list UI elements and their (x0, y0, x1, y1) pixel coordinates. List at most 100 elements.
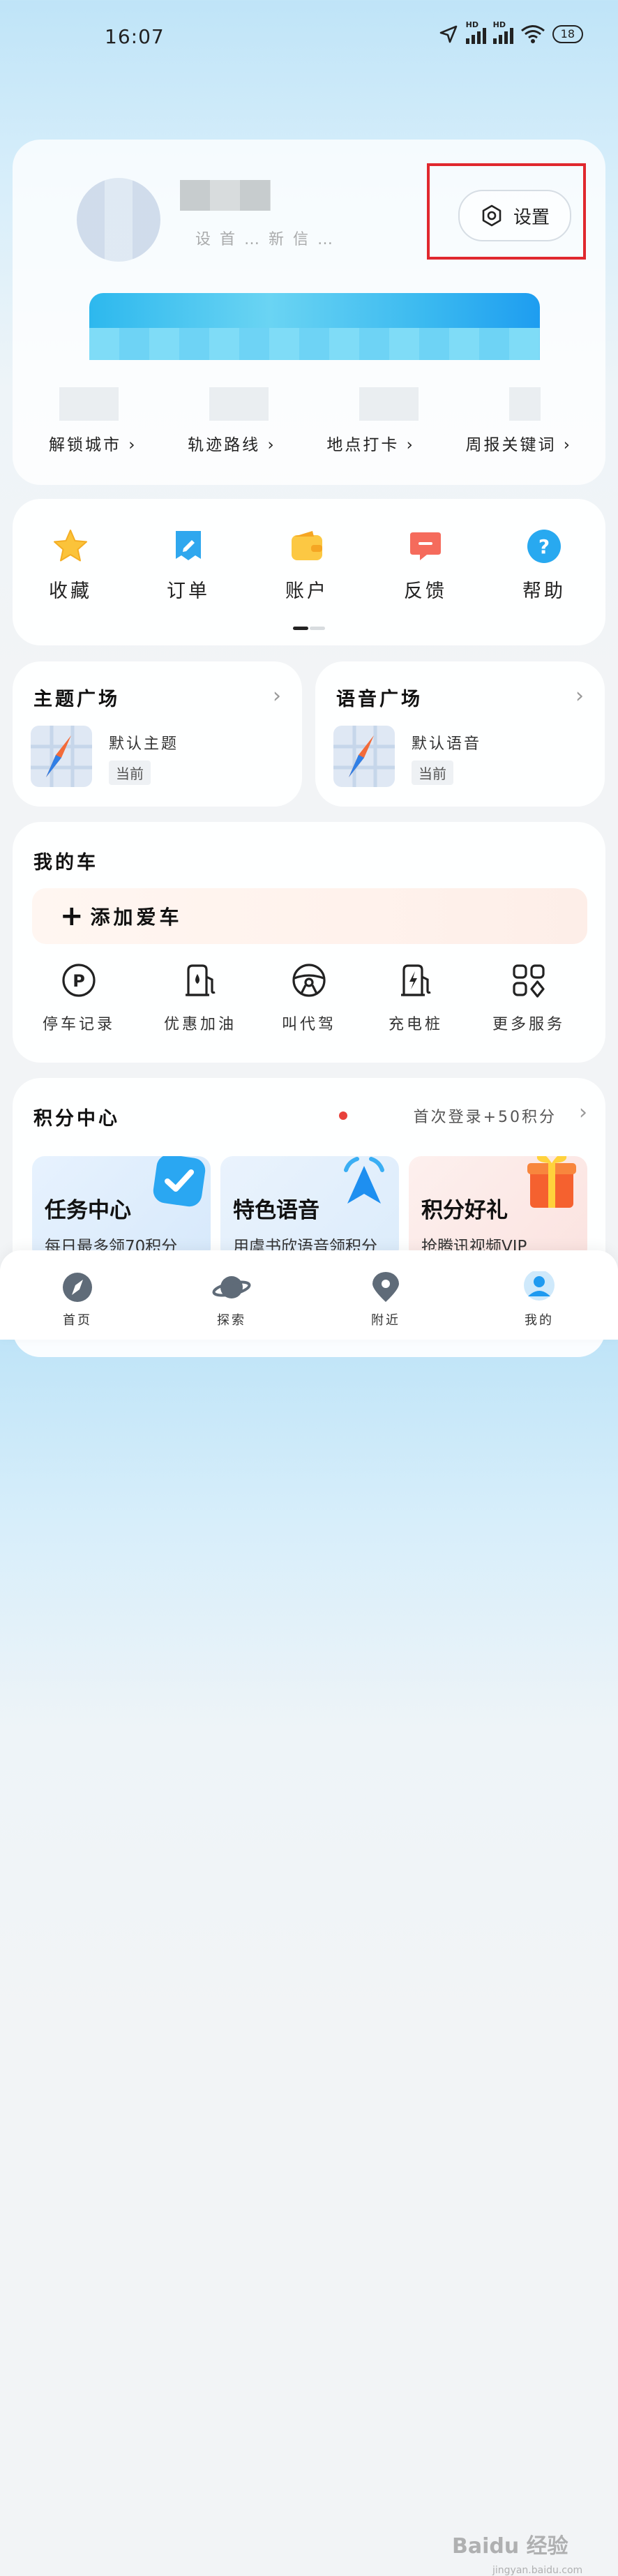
points-card-title: 特色语音 (233, 1198, 319, 1223)
chevron-right-icon[interactable]: › (579, 1100, 587, 1125)
quick-action-help[interactable]: ? 帮助 (499, 527, 589, 603)
quick-action-account[interactable]: 账户 (262, 527, 352, 603)
voice-plaza-card[interactable]: 语音广场 › 默认语音 当前 (315, 661, 605, 807)
add-car-button[interactable]: + 添加爱车 (32, 888, 587, 944)
nav-home[interactable]: 首页 (39, 1271, 116, 1328)
watermark-url: jingyan.baidu.com (492, 2565, 583, 2576)
points-card-title: 积分好礼 (421, 1198, 508, 1223)
nav-label: 附近 (371, 1313, 400, 1328)
current-badge: 当前 (109, 761, 151, 785)
signal-icon: HD (465, 20, 486, 44)
level-banner-blurred-lower (89, 328, 540, 360)
points-card-title: 任务中心 (45, 1198, 131, 1223)
plus-icon: + (60, 900, 84, 932)
navigation-arrow-icon (344, 1157, 384, 1204)
service-parking-records[interactable]: P 停车记录 (27, 961, 131, 1034)
planet-icon (212, 1276, 251, 1298)
status-time: 16:07 (105, 25, 165, 48)
nav-label: 首页 (63, 1313, 92, 1328)
nav-explore[interactable]: 探索 (193, 1271, 270, 1328)
star-icon (51, 527, 90, 566)
user-icon (524, 1270, 555, 1301)
my-car-title: 我的车 (33, 852, 98, 874)
username-blurred (180, 180, 271, 211)
quick-action-label: 帮助 (522, 581, 566, 602)
watermark-logo: Baidu 经验 (452, 2534, 568, 2559)
service-more[interactable]: 更多服务 (476, 961, 581, 1034)
quick-action-feedback[interactable]: 反馈 (380, 527, 471, 603)
steering-wheel-icon (292, 964, 326, 997)
profile-hint-blurred: 设 首 … 新 信 … (195, 231, 335, 248)
add-car-label: 添加爱车 (90, 906, 183, 929)
help-icon: ? (525, 527, 564, 566)
service-label: 充电桩 (388, 1016, 443, 1033)
fuel-icon (186, 964, 216, 996)
service-label: 叫代驾 (281, 1016, 336, 1033)
avatar[interactable] (77, 178, 160, 262)
points-promo[interactable]: 首次登录+50积分 (414, 1104, 557, 1127)
theme-plaza-item: 默认主题 (109, 735, 179, 753)
svg-text:P: P (73, 971, 85, 991)
stat-weekly-keywords[interactable]: 周报关键词 › (444, 431, 593, 455)
theme-thumbnail (31, 726, 92, 787)
current-badge: 当前 (412, 761, 453, 785)
voice-plaza-title: 语音广场 (336, 689, 423, 710)
bottom-nav: 首页 探索 附近 我的 Baidu 经验 jingyan.baidu.com (0, 1250, 618, 2576)
order-icon (169, 527, 208, 566)
quick-action-label: 订单 (167, 581, 210, 602)
location-arrow-icon (439, 25, 457, 43)
check-badge-icon (153, 1156, 206, 1207)
theme-plaza-card[interactable]: 主题广场 › 默认主题 当前 (13, 661, 302, 807)
points-card-tasks[interactable]: 任务中心 每日最多领70积分 (32, 1156, 211, 1261)
hd-label: HD (465, 20, 478, 29)
stat-checkins[interactable]: 地点打卡 › (306, 431, 436, 455)
quick-action-label: 反馈 (404, 581, 447, 602)
more-services-icon (513, 964, 545, 998)
points-center-title: 积分中心 (33, 1108, 120, 1130)
parking-icon: P (62, 964, 96, 997)
quick-actions-card: 收藏 订单 账户 反馈 ? 帮助 (13, 499, 605, 645)
feedback-icon (406, 527, 445, 566)
page-indicator (293, 627, 325, 630)
points-card-gifts[interactable]: 积分好礼 抢腾讯视频VIP (409, 1156, 587, 1261)
quick-action-label: 收藏 (49, 581, 92, 602)
quick-action-favorites[interactable]: 收藏 (25, 527, 116, 603)
service-charging-pile[interactable]: 充电桩 (363, 961, 468, 1034)
stat-track-routes[interactable]: 轨迹路线 › (167, 431, 297, 455)
quick-action-label: 账户 (285, 581, 329, 602)
stats-values-blurred (59, 387, 541, 421)
my-car-card: 我的车 + 添加爱车 P 停车记录 优惠加油 叫代驾 充电桩 更多服务 (13, 822, 605, 1063)
service-designated-driver[interactable]: 叫代驾 (257, 961, 361, 1034)
hd-label-2: HD (492, 20, 506, 29)
signal-icon-2: HD (492, 20, 513, 44)
service-fuel-discount[interactable]: 优惠加油 (148, 961, 253, 1034)
wifi-icon (520, 25, 545, 43)
gift-box-icon (527, 1156, 576, 1208)
location-pin-icon (372, 1272, 399, 1302)
settings-button[interactable]: 设置 (458, 190, 571, 241)
voice-plaza-item: 默认语音 (412, 735, 482, 753)
quick-action-orders[interactable]: 订单 (143, 527, 234, 603)
status-icons: HD HD 18 (438, 20, 583, 45)
nav-label: 我的 (525, 1313, 554, 1328)
service-label: 更多服务 (492, 1016, 565, 1033)
wallet-icon (287, 527, 326, 566)
profile-stats-row: 解锁城市 › 轨迹路线 › 地点打卡 › 周报关键词 › (28, 431, 593, 455)
compass-icon (63, 1273, 92, 1302)
charger-icon (401, 964, 431, 996)
stat-unlocked-cities[interactable]: 解锁城市 › (28, 431, 158, 455)
battery-indicator: 18 (552, 25, 583, 43)
nav-mine[interactable]: 我的 (501, 1270, 578, 1328)
theme-plaza-title: 主题广场 (33, 689, 120, 710)
nav-nearby[interactable]: 附近 (347, 1271, 424, 1328)
points-card-voice[interactable]: 特色语音 用虞书欣语音领积分 (220, 1156, 399, 1261)
chevron-right-icon: › (273, 684, 281, 708)
chevron-right-icon: › (575, 684, 584, 708)
promo-dot-icon (339, 1111, 347, 1120)
status-bar: 16:07 HD HD 18 (0, 0, 618, 70)
nav-label: 探索 (217, 1313, 246, 1328)
voice-thumbnail (333, 726, 395, 787)
hexagon-settings-icon (482, 204, 502, 227)
service-label: 优惠加油 (163, 1016, 236, 1033)
svg-text:?: ? (538, 535, 550, 558)
